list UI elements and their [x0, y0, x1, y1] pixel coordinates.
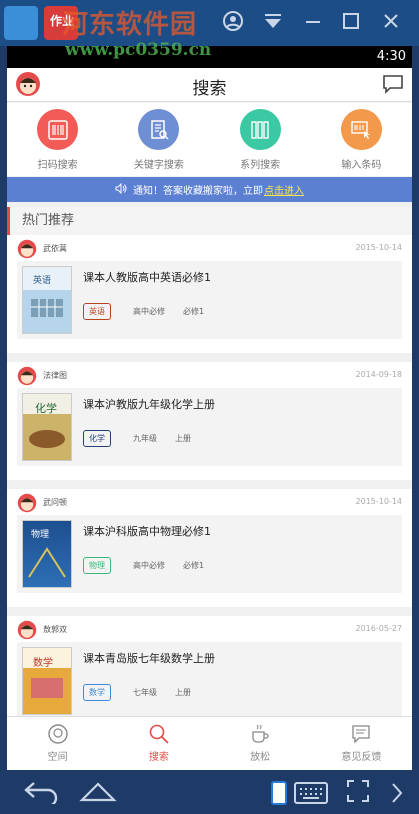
card-username: 武问顿	[43, 498, 67, 507]
volume-label: 上册	[175, 434, 191, 443]
book-cover: 物理	[22, 520, 72, 588]
notice-link[interactable]: 点击进入	[264, 182, 304, 197]
bottom-tab-bar: 空间 搜索 放松 意见反馈	[7, 716, 412, 770]
volume-label: 上册	[175, 688, 191, 697]
user-avatar[interactable]	[17, 239, 37, 263]
fullscreen-icon[interactable]	[345, 778, 371, 808]
tab-search[interactable]: 搜索	[108, 717, 209, 770]
tab-label: 空间	[47, 752, 68, 763]
grade-label: 高中必修	[133, 561, 165, 570]
section-title: 热门推荐	[7, 207, 412, 235]
book-cover: 英语	[22, 266, 72, 334]
notice-text: 通知！答案收藏搬家啦，立即	[133, 186, 263, 197]
subject-tag: 化学	[83, 430, 111, 447]
tab-label: 放松	[250, 752, 271, 763]
card-username: 法律图	[43, 371, 67, 380]
book-cover: 化学	[22, 393, 72, 461]
subject-tag: 英语	[83, 303, 111, 320]
tab-relax[interactable]: 放松	[210, 717, 311, 770]
feedback-icon	[352, 725, 371, 744]
card-body: 化学 课本沪教版九年级化学上册 化学 九年级 上册	[17, 388, 402, 466]
quick-action-keyword[interactable]: 关键字搜索	[108, 103, 209, 176]
back-icon[interactable]	[22, 778, 60, 808]
feed-card[interactable]: 武问顿 2015-10-14 物理 课本沪科版高中物理必修1 物理 高中必修 必…	[7, 489, 412, 607]
card-date: 2016-05-27	[355, 624, 403, 633]
subject-tag: 物理	[83, 557, 111, 574]
emulator-nav-bar	[0, 770, 419, 814]
tab-space[interactable]: 空间	[7, 717, 108, 770]
keyboard-icon[interactable]	[294, 782, 328, 808]
space-avatar-icon	[47, 724, 68, 744]
quick-action-series[interactable]: 系列搜索	[210, 103, 311, 176]
keyword-document-icon	[138, 109, 180, 150]
svg-text:物理: 物理	[31, 528, 49, 540]
dropdown-menu-icon[interactable]	[262, 10, 284, 32]
quick-action-label: 关键字搜索	[133, 160, 184, 171]
phone-mode-icon[interactable]	[270, 780, 288, 810]
card-date: 2014-09-18	[355, 370, 403, 379]
speaker-icon	[115, 182, 127, 197]
quick-action-scan[interactable]: 扫码搜索	[7, 103, 108, 176]
page-title: 搜索	[192, 79, 227, 99]
quick-action-input-barcode[interactable]: 输入条码	[311, 103, 412, 176]
barcode-scan-icon	[37, 109, 79, 150]
card-body: 物理 课本沪科版高中物理必修1 物理 高中必修 必修1	[17, 515, 402, 593]
grade-label: 九年级	[133, 434, 157, 443]
tab-feedback[interactable]: 意见反馈	[311, 717, 412, 770]
feed-card[interactable]: 法律图 2014-09-18 化学 课本沪教版九年级化学上册 化学 九年级 上册	[7, 362, 412, 480]
barcode-input-icon	[340, 109, 382, 150]
app-header: 搜索	[7, 68, 412, 102]
user-avatar[interactable]	[17, 366, 37, 390]
status-bar: www.pc0359.cn 4:30	[7, 40, 412, 68]
svg-text:数学: 数学	[33, 656, 53, 669]
quick-action-label: 扫码搜索	[37, 160, 78, 171]
maximize-icon[interactable]	[340, 10, 362, 32]
card-header: 武依蒿 2015-10-14	[17, 239, 402, 259]
status-time: 4:30	[376, 49, 406, 64]
svg-text:化学: 化学	[35, 401, 57, 415]
svg-text:英语: 英语	[33, 274, 51, 286]
volume-label: 必修1	[183, 561, 205, 570]
book-title: 课本人教版高中英语必修1	[83, 271, 211, 284]
volume-label: 必修1	[183, 307, 205, 316]
card-body: 英语 课本人教版高中英语必修1 英语 高中必修 必修1	[17, 261, 402, 339]
minimize-icon[interactable]	[302, 10, 324, 32]
search-icon	[149, 724, 169, 744]
book-cover: 数学	[22, 647, 72, 715]
account-icon[interactable]	[222, 10, 244, 32]
feed-card[interactable]: 武依蒿 2015-10-14 英语 课本人教版高中英语必修1 英语 高中必修 必…	[7, 235, 412, 353]
emulator-app-icon[interactable]	[4, 6, 38, 40]
card-username: 敖郭双	[43, 625, 67, 634]
book-title: 课本沪教版九年级化学上册	[83, 398, 215, 411]
card-header: 法律图 2014-09-18	[17, 366, 402, 386]
notice-banner: 通知！答案收藏搬家啦，立即 点击进入	[7, 177, 412, 202]
book-series-icon	[239, 109, 281, 150]
quick-actions: 扫码搜索 关键字搜索 系列搜索 输入条码	[7, 103, 412, 176]
grade-label: 七年级	[133, 688, 157, 697]
close-icon[interactable]	[380, 10, 402, 32]
coffee-icon	[252, 724, 269, 743]
subject-tag: 数学	[83, 684, 111, 701]
tab-label: 意见反馈	[341, 752, 382, 763]
card-date: 2015-10-14	[355, 497, 403, 506]
card-body: 数学 课本青岛版七年级数学上册 数学 七年级 上册	[17, 642, 402, 720]
url-watermark: www.pc0359.cn	[65, 40, 212, 60]
card-header: 武问顿 2015-10-14	[17, 493, 402, 513]
card-date: 2015-10-14	[355, 243, 403, 252]
book-title: 课本青岛版七年级数学上册	[83, 652, 215, 665]
user-avatar[interactable]	[17, 620, 37, 644]
site-watermark: 河东软件园	[62, 10, 198, 40]
chevron-right-icon[interactable]	[390, 782, 404, 808]
home-icon[interactable]	[78, 778, 118, 808]
grade-label: 高中必修	[133, 307, 165, 316]
book-title: 课本沪科版高中物理必修1	[83, 525, 211, 538]
quick-action-label: 输入条码	[341, 160, 382, 171]
user-avatar[interactable]	[17, 493, 37, 517]
app-screen: 搜索 扫码搜索 关键字搜索 系列搜索 输入条码 通知！答案收藏搬家啦，立即 点击…	[7, 68, 412, 770]
message-icon[interactable]	[382, 74, 404, 98]
tab-label: 搜索	[148, 752, 169, 763]
quick-action-label: 系列搜索	[240, 160, 281, 171]
card-header: 敖郭双 2016-05-27	[17, 620, 402, 640]
card-username: 武依蒿	[43, 244, 67, 253]
